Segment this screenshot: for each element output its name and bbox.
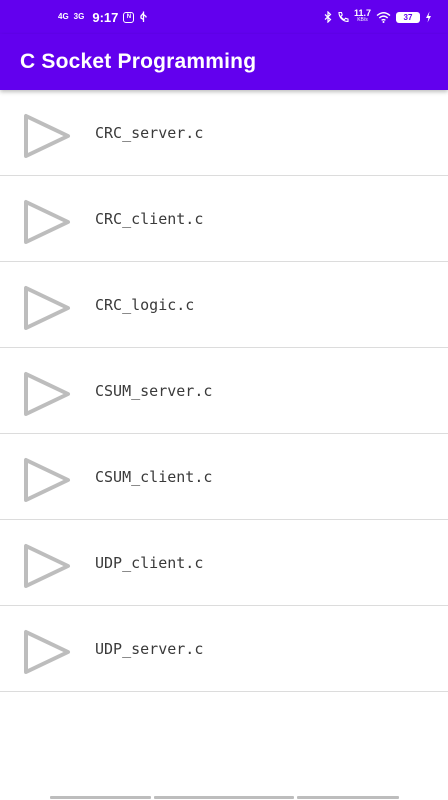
bluetooth-icon (324, 11, 332, 23)
play-icon (24, 630, 70, 674)
file-list-item[interactable]: CRC_server.c (0, 90, 448, 176)
play-icon (24, 458, 70, 502)
status-time: 9:17 (92, 9, 119, 25)
sim-notification-icon: N (123, 11, 135, 23)
file-list-item[interactable]: CRC_client.c (0, 176, 448, 262)
file-list-item[interactable]: CSUM_client.c (0, 434, 448, 520)
call-icon (337, 11, 349, 23)
play-icon (24, 286, 70, 330)
network-4g-indicator: 4G (58, 12, 69, 21)
nav-handle-right[interactable] (297, 796, 399, 799)
file-name: UDP_server.c (95, 640, 204, 658)
network-speed: 11.7 KB/s (353, 8, 371, 24)
network-3g-indicator: 3G (73, 12, 85, 21)
app-bar: C Socket Programming (0, 34, 448, 90)
play-icon (24, 544, 70, 588)
network-speed-value: 11.7 (353, 8, 371, 18)
status-bar: 4G 3G 9:17 N 11.7 KB/s 37 (0, 0, 448, 34)
charging-icon (425, 11, 432, 23)
file-name: CRC_client.c (95, 210, 204, 228)
file-list: CRC_server.c CRC_client.c CRC_logic.c CS… (0, 90, 448, 692)
play-icon (24, 372, 70, 416)
wifi-icon (376, 11, 391, 23)
play-icon (24, 200, 70, 244)
file-name: CSUM_server.c (95, 382, 213, 400)
nav-handle-left[interactable] (50, 796, 151, 799)
file-name: CRC_server.c (95, 124, 204, 142)
status-left-group: 4G 3G 9:17 N (58, 0, 148, 34)
file-list-item[interactable]: CRC_logic.c (0, 262, 448, 348)
file-list-item[interactable]: CSUM_server.c (0, 348, 448, 434)
play-icon (24, 114, 70, 158)
network-speed-unit: KB/s (357, 17, 368, 23)
file-name: CRC_logic.c (95, 296, 195, 314)
app-title: C Socket Programming (20, 50, 257, 73)
status-right-group: 11.7 KB/s 37 (324, 0, 432, 34)
nav-handle-center[interactable] (154, 796, 294, 799)
usb-icon (139, 11, 148, 23)
battery-indicator: 37 (396, 11, 420, 23)
file-name: UDP_client.c (95, 554, 204, 572)
file-name: CSUM_client.c (95, 468, 213, 486)
file-list-item[interactable]: UDP_client.c (0, 520, 448, 606)
file-list-item[interactable]: UDP_server.c (0, 606, 448, 692)
